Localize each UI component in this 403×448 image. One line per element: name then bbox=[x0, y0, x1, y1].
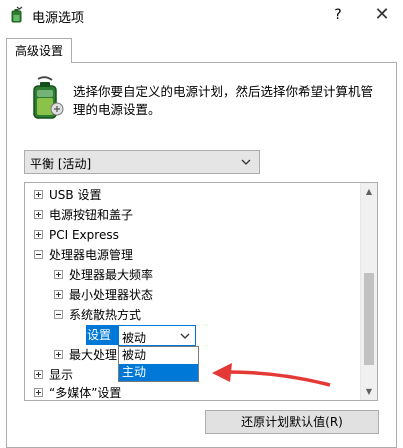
tree-item-label: 处理器最大频率 bbox=[69, 268, 154, 282]
tree-item-cooling-policy[interactable]: 系统散热方式 bbox=[54, 305, 141, 325]
expand-icon[interactable] bbox=[54, 290, 63, 299]
tree-item-label: 处理器电源管理 bbox=[49, 248, 134, 262]
expand-icon[interactable] bbox=[54, 270, 63, 279]
cooling-policy-value: 被动 bbox=[122, 331, 147, 345]
tree-item-label: 最大处理 bbox=[69, 348, 118, 362]
close-button[interactable]: ✕ bbox=[368, 4, 396, 26]
window-title: 电源选项 bbox=[32, 11, 85, 26]
expand-icon[interactable] bbox=[34, 370, 43, 379]
description-text: 选择你要自定义的电源计划，然后选择你希望计算机管理的电源设置。 bbox=[73, 84, 374, 117]
scrollbar-thumb[interactable] bbox=[364, 273, 374, 365]
tree-item-label: 最小处理器状态 bbox=[69, 288, 154, 302]
battery-plan-icon bbox=[33, 76, 64, 119]
collapse-icon[interactable] bbox=[54, 310, 63, 319]
tree-item-usb[interactable]: USB 设置 bbox=[34, 185, 101, 205]
expand-icon[interactable] bbox=[34, 388, 43, 397]
tree-item-pci-express[interactable]: PCI Express bbox=[34, 225, 119, 245]
restore-defaults-button[interactable]: 还原计划默认值(R) bbox=[205, 410, 379, 434]
scroll-down-icon[interactable]: ▼ bbox=[361, 383, 377, 400]
tab-advanced-settings[interactable]: 高级设置 bbox=[6, 38, 72, 63]
cooling-policy-combo[interactable]: 被动 bbox=[118, 325, 196, 346]
power-plan-value: 平衡 [活动] bbox=[30, 157, 92, 171]
tree-item-processor-power[interactable]: 处理器电源管理 bbox=[34, 245, 133, 265]
expand-icon[interactable] bbox=[54, 350, 63, 359]
option-active[interactable]: 主动 bbox=[119, 364, 198, 381]
expand-icon[interactable] bbox=[34, 190, 43, 199]
tree-item-multimedia[interactable]: “多媒体”设置 bbox=[34, 383, 122, 400]
title-bar: 电源选项 ? ✕ bbox=[0, 0, 403, 30]
option-passive[interactable]: 被动 bbox=[119, 347, 198, 364]
expand-icon[interactable] bbox=[34, 210, 43, 219]
tree-scrollbar[interactable]: ▲ ▼ bbox=[360, 183, 377, 400]
power-options-icon bbox=[11, 6, 23, 23]
chevron-down-icon bbox=[180, 333, 190, 339]
tree-item-label: 电源按钮和盖子 bbox=[49, 208, 134, 222]
expand-icon[interactable] bbox=[34, 230, 43, 239]
tree-item-max-frequency[interactable]: 处理器最大频率 bbox=[54, 265, 153, 285]
tree-item-label: 系统散热方式 bbox=[69, 308, 142, 322]
tree-item-display[interactable]: 显示 bbox=[34, 365, 73, 385]
cooling-policy-dropdown[interactable]: 被动 主动 bbox=[118, 346, 199, 382]
tree-item-label: 显示 bbox=[49, 368, 74, 382]
scroll-up-icon[interactable]: ▲ bbox=[361, 183, 377, 200]
tree-item-label: USB 设置 bbox=[49, 188, 102, 202]
help-button[interactable]: ? bbox=[326, 4, 350, 26]
settings-tree[interactable]: USB 设置 电源按钮和盖子 PCI Express 处理器电源管理 处理器最大… bbox=[24, 182, 378, 401]
chevron-down-icon bbox=[241, 159, 251, 165]
tree-item-label: PCI Express bbox=[49, 228, 119, 242]
collapse-icon[interactable] bbox=[34, 250, 43, 259]
tree-item-max-state[interactable]: 最大处理 bbox=[54, 345, 117, 365]
setting-label: 设置 bbox=[86, 325, 118, 345]
power-plan-select[interactable]: 平衡 [活动] bbox=[24, 150, 260, 174]
tree-item-min-state[interactable]: 最小处理器状态 bbox=[54, 285, 153, 305]
tree-item-label: “多媒体”设置 bbox=[49, 386, 122, 400]
tree-item-power-buttons[interactable]: 电源按钮和盖子 bbox=[34, 205, 133, 225]
